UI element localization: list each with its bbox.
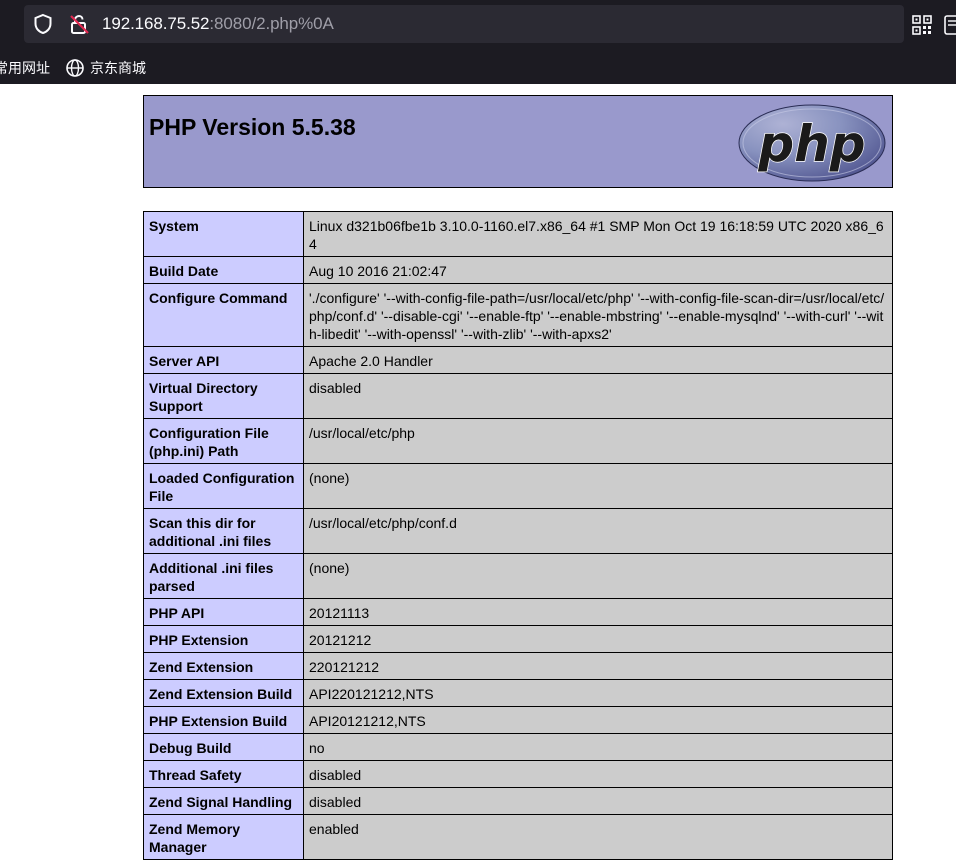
table-row: Server API Apache 2.0 Handler	[143, 346, 893, 374]
table-row: PHP API 20121113	[143, 598, 893, 626]
row-value: './configure' '--with-config-file-path=/…	[303, 283, 893, 347]
row-value: disabled	[303, 787, 893, 815]
row-value: 220121212	[303, 652, 893, 680]
row-key: Build Date	[143, 256, 304, 284]
url-text[interactable]: 192.168.75.52:8080/2.php%0A	[102, 14, 334, 34]
table-row: Configure Command './configure' '--with-c…	[143, 283, 893, 347]
table-row: Virtual Directory Support disabled	[143, 373, 893, 419]
table-row: PHP Extension Build API20121212,NTS	[143, 706, 893, 734]
table-row: Loaded Configuration File (none)	[143, 463, 893, 509]
row-value: API220121212,NTS	[303, 679, 893, 707]
browser-toolbar: 192.168.75.52:8080/2.php%0A	[0, 0, 956, 50]
info-table: System Linux d321b06fbe1b 3.10.0-1160.el7…	[143, 211, 893, 860]
table-row: System Linux d321b06fbe1b 3.10.0-1160.el7…	[143, 211, 893, 257]
table-row: Scan this dir for additional .ini files /…	[143, 508, 893, 554]
php-logo-text: php	[757, 115, 865, 173]
row-key: PHP Extension Build	[143, 706, 304, 734]
url-path: :8080/2.php%0A	[209, 14, 334, 33]
row-value: 20121113	[303, 598, 893, 626]
bookmarks-bar: 常用网址 京东商城	[0, 50, 956, 84]
reader-view-icon[interactable]	[944, 15, 956, 35]
row-value: (none)	[303, 553, 893, 599]
bookmark-jd[interactable]: 京东商城	[90, 58, 146, 78]
table-row: Zend Memory Manager enabled	[143, 814, 893, 860]
row-key: Zend Memory Manager	[143, 814, 304, 860]
row-key: Additional .ini files parsed	[143, 553, 304, 599]
row-key: Server API	[143, 346, 304, 374]
table-row: Zend Extension 220121212	[143, 652, 893, 680]
table-row: Build Date Aug 10 2016 21:02:47	[143, 256, 893, 284]
row-key: System	[143, 211, 304, 257]
row-value: Aug 10 2016 21:02:47	[303, 256, 893, 284]
row-value: enabled	[303, 814, 893, 860]
row-key: Zend Extension Build	[143, 679, 304, 707]
table-row: Zend Signal Handling disabled	[143, 787, 893, 815]
row-key: Loaded Configuration File	[143, 463, 304, 509]
table-row: Zend Extension Build API220121212,NTS	[143, 679, 893, 707]
row-key: Virtual Directory Support	[143, 373, 304, 419]
row-value: (none)	[303, 463, 893, 509]
row-key: PHP Extension	[143, 625, 304, 653]
table-row: Configuration File (php.ini) Path/usr/lo…	[143, 418, 893, 464]
php-logo[interactable]: php	[738, 104, 886, 182]
row-key: Scan this dir for additional .ini files	[143, 508, 304, 554]
row-value: 20121212	[303, 625, 893, 653]
row-key: Zend Extension	[143, 652, 304, 680]
bookmark-common-sites[interactable]: 常用网址	[0, 58, 50, 78]
row-value: Linux d321b06fbe1b 3.10.0-1160.el7.x86_6…	[303, 211, 893, 257]
row-key: Configure Command	[143, 283, 304, 347]
row-key: PHP API	[143, 598, 304, 626]
row-value: API20121212,NTS	[303, 706, 893, 734]
url-host: 192.168.75.52	[102, 14, 210, 33]
row-value: /usr/local/etc/php	[303, 418, 893, 464]
row-key: Thread Safety	[143, 760, 304, 788]
row-value: no	[303, 733, 893, 761]
row-key: Debug Build	[143, 733, 304, 761]
table-row: Thread Safety disabled	[143, 760, 893, 788]
table-row: Additional .ini files parsed (none)	[143, 553, 893, 599]
row-value: Apache 2.0 Handler	[303, 346, 893, 374]
table-row: Debug Build no	[143, 733, 893, 761]
insecure-lock-icon[interactable]	[68, 13, 90, 35]
phpinfo-content: PHP Version 5.5.38 php System Linux d321b…	[143, 95, 893, 860]
row-value: disabled	[303, 373, 893, 419]
row-key: Configuration File (php.ini) Path	[143, 418, 304, 464]
qr-code-icon[interactable]	[912, 15, 932, 35]
row-value: disabled	[303, 760, 893, 788]
php-version-header: PHP Version 5.5.38 php	[143, 95, 893, 188]
row-key: Zend Signal Handling	[143, 787, 304, 815]
row-value: /usr/local/etc/php/conf.d	[303, 508, 893, 554]
globe-icon	[66, 59, 84, 77]
shield-icon[interactable]	[32, 13, 54, 35]
page-title: PHP Version 5.5.38	[149, 114, 356, 140]
table-row: PHP Extension 20121212	[143, 625, 893, 653]
